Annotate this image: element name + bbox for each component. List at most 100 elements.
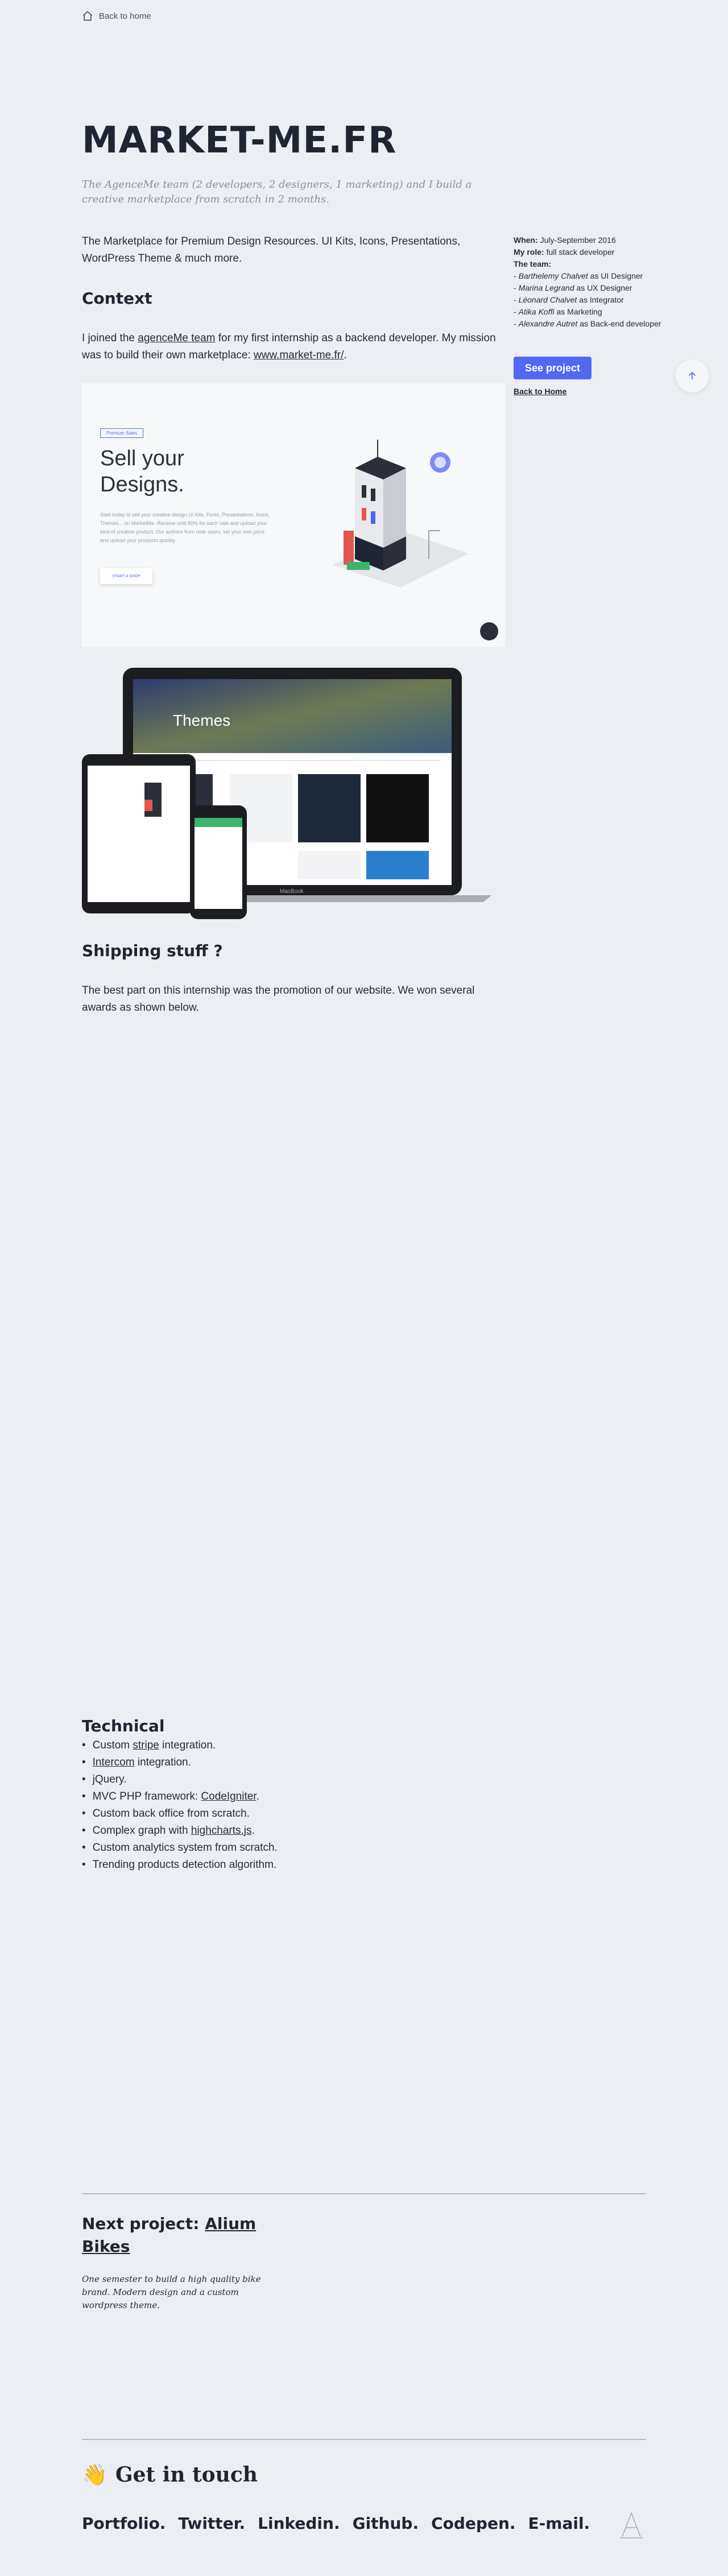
back-to-home-label: Back to home xyxy=(99,11,151,21)
team-member-name: Léonard Chalvet xyxy=(518,295,577,304)
home-icon xyxy=(82,11,93,21)
codepen-link[interactable]: Codepen. xyxy=(431,2514,515,2533)
start-shop-button: START A SHOP xyxy=(100,568,152,584)
get-in-touch-label: Get in touch xyxy=(115,2463,258,2487)
headline-line-1: Sell your xyxy=(100,446,184,470)
email-link[interactable]: E-mail. xyxy=(528,2514,590,2533)
team-label: The team: xyxy=(514,259,552,268)
list-item: Custom analytics system from scratch. xyxy=(82,1839,278,1856)
laptop-hero-text: Themes xyxy=(173,712,230,729)
see-project-button[interactable]: See project xyxy=(514,357,592,379)
list-item-text: Custom xyxy=(92,1739,133,1751)
when-row: When: July-September 2016 xyxy=(514,234,661,246)
team-member-role: as UI Designer xyxy=(588,271,643,280)
role-value: full stack developer xyxy=(544,247,615,257)
shipping-heading: Shipping stuff ? xyxy=(82,941,223,960)
context-text: I joined the agenceMe team for my first … xyxy=(82,330,503,364)
next-project-description: One semester to build a high quality bik… xyxy=(82,2274,261,2310)
back-to-home-link[interactable]: Back to home xyxy=(82,10,151,22)
product-card xyxy=(366,774,429,842)
when-label: When: xyxy=(514,235,538,245)
scroll-to-top-button[interactable] xyxy=(676,359,709,392)
team-member-role: as Back-end developer xyxy=(577,319,661,328)
list-item-text: jQuery. xyxy=(92,1773,127,1785)
page-subtitle: The AgenceMe team (2 developers, 2 desig… xyxy=(82,179,472,205)
list-item-text: Trending products detection algorithm. xyxy=(92,1859,277,1871)
stripe-link[interactable]: stripe xyxy=(133,1739,159,1751)
when-value: July-September 2016 xyxy=(537,235,616,245)
next-project-label: Next project: xyxy=(82,2214,205,2233)
github-link[interactable]: Github. xyxy=(353,2514,419,2533)
twitter-link[interactable]: Twitter. xyxy=(178,2514,245,2533)
team-member-role: as Integrator xyxy=(577,295,624,304)
project-sidebar: When: July-September 2016 My role: full … xyxy=(514,234,661,330)
technical-list: Custom stripe integration. Intercom inte… xyxy=(82,1737,278,1874)
intercom-link[interactable]: Intercom xyxy=(93,1756,135,1768)
team-member-role: as Marketing xyxy=(554,307,602,316)
linkedin-link[interactable]: Linkedin. xyxy=(258,2514,340,2533)
product-card xyxy=(366,851,429,879)
page-title: MARKET-ME.FR xyxy=(82,119,397,162)
highcharts-link[interactable]: highcharts.js xyxy=(191,1825,252,1837)
tablet-screen xyxy=(88,766,190,902)
portfolio-link[interactable]: Portfolio. xyxy=(82,2514,166,2533)
headline-line-2: Designs. xyxy=(100,473,184,497)
next-project-title: Next project: Alium Bikes xyxy=(82,2213,264,2258)
laptop-brand: MacBook xyxy=(280,888,304,895)
list-item-text: integration. xyxy=(134,1756,191,1768)
codeigniter-link[interactable]: CodeIgniter xyxy=(201,1791,256,1802)
shipping-text: The best part on this internship was the… xyxy=(82,985,475,1014)
team-member: - Marina Legrand as UX Designer xyxy=(514,283,632,292)
list-item: Complex graph with highcharts.js. xyxy=(82,1822,278,1839)
team-member-name: Marina Legrand xyxy=(518,283,574,292)
team-member-name: Barthelemy Chalvet xyxy=(518,271,588,280)
role-row: My role: full stack developer xyxy=(514,246,661,258)
social-links: Portfolio. Twitter. Linkedin. Github. Co… xyxy=(82,2514,590,2533)
list-item: Custom stripe integration. xyxy=(82,1737,278,1754)
divider xyxy=(82,2439,646,2440)
intro-text: The Marketplace for Premium Design Resou… xyxy=(82,235,461,264)
team-member-role: as UX Designer xyxy=(574,283,632,292)
team-member: - Atika Koffi as Marketing xyxy=(514,307,602,316)
team-member: - Alexandre Autret as Back-end developer xyxy=(514,319,661,328)
technical-heading: Technical xyxy=(82,1717,165,1735)
devices-mockup: Themes MacBook xyxy=(82,668,491,919)
product-card xyxy=(298,774,361,842)
isometric-building-illustration xyxy=(332,440,469,588)
list-item: Custom back office from scratch. xyxy=(82,1805,278,1822)
list-item: Intercom integration. xyxy=(82,1754,278,1771)
waving-hand-icon: 👋 xyxy=(82,2463,107,2487)
market-me-link[interactable]: www.market-me.fr/ xyxy=(254,349,344,361)
marketplace-screenshot: Premium Sales Sell your Designs. Start t… xyxy=(82,383,505,647)
premium-sales-badge: Premium Sales xyxy=(100,428,144,438)
arrow-up-icon xyxy=(689,371,696,379)
author-logo-icon xyxy=(620,2511,643,2538)
list-item-text: . xyxy=(256,1791,259,1802)
sidebar-back-to-home-link[interactable]: Back to Home xyxy=(514,387,566,396)
context-text-part: I joined the xyxy=(82,332,138,344)
team-member-name: Atika Koffi xyxy=(518,307,555,316)
chat-bubble-icon xyxy=(480,622,498,640)
team-member-name: Alexandre Autret xyxy=(518,319,578,328)
team-member: - Léonard Chalvet as Integrator xyxy=(514,295,624,304)
role-label: My role: xyxy=(514,247,544,257)
context-text-part: . xyxy=(344,349,347,361)
agenceme-team-link[interactable]: agenceMe team xyxy=(138,332,215,344)
screenshot-description: Start today to sell your creative design… xyxy=(100,512,270,543)
divider xyxy=(82,2193,646,2194)
get-in-touch-heading: 👋 Get in touch xyxy=(82,2463,258,2487)
list-item-text: . xyxy=(251,1825,255,1837)
list-item: MVC PHP framework: CodeIgniter. xyxy=(82,1788,278,1805)
list-item-text: Complex graph with xyxy=(92,1825,191,1837)
list-item: Trending products detection algorithm. xyxy=(82,1856,278,1874)
list-item-text: Custom back office from scratch. xyxy=(92,1808,250,1820)
list-item: jQuery. xyxy=(82,1771,278,1788)
phone-screen xyxy=(195,818,242,909)
list-item-text: Custom analytics system from scratch. xyxy=(92,1842,278,1854)
list-item-text: MVC PHP framework: xyxy=(92,1791,201,1802)
screenshot-headline: Sell your Designs. xyxy=(100,445,184,498)
list-item-text: integration. xyxy=(159,1739,216,1751)
product-card xyxy=(298,851,361,879)
context-heading: Context xyxy=(82,289,152,308)
team-member: - Barthelemy Chalvet as UI Designer xyxy=(514,271,643,280)
